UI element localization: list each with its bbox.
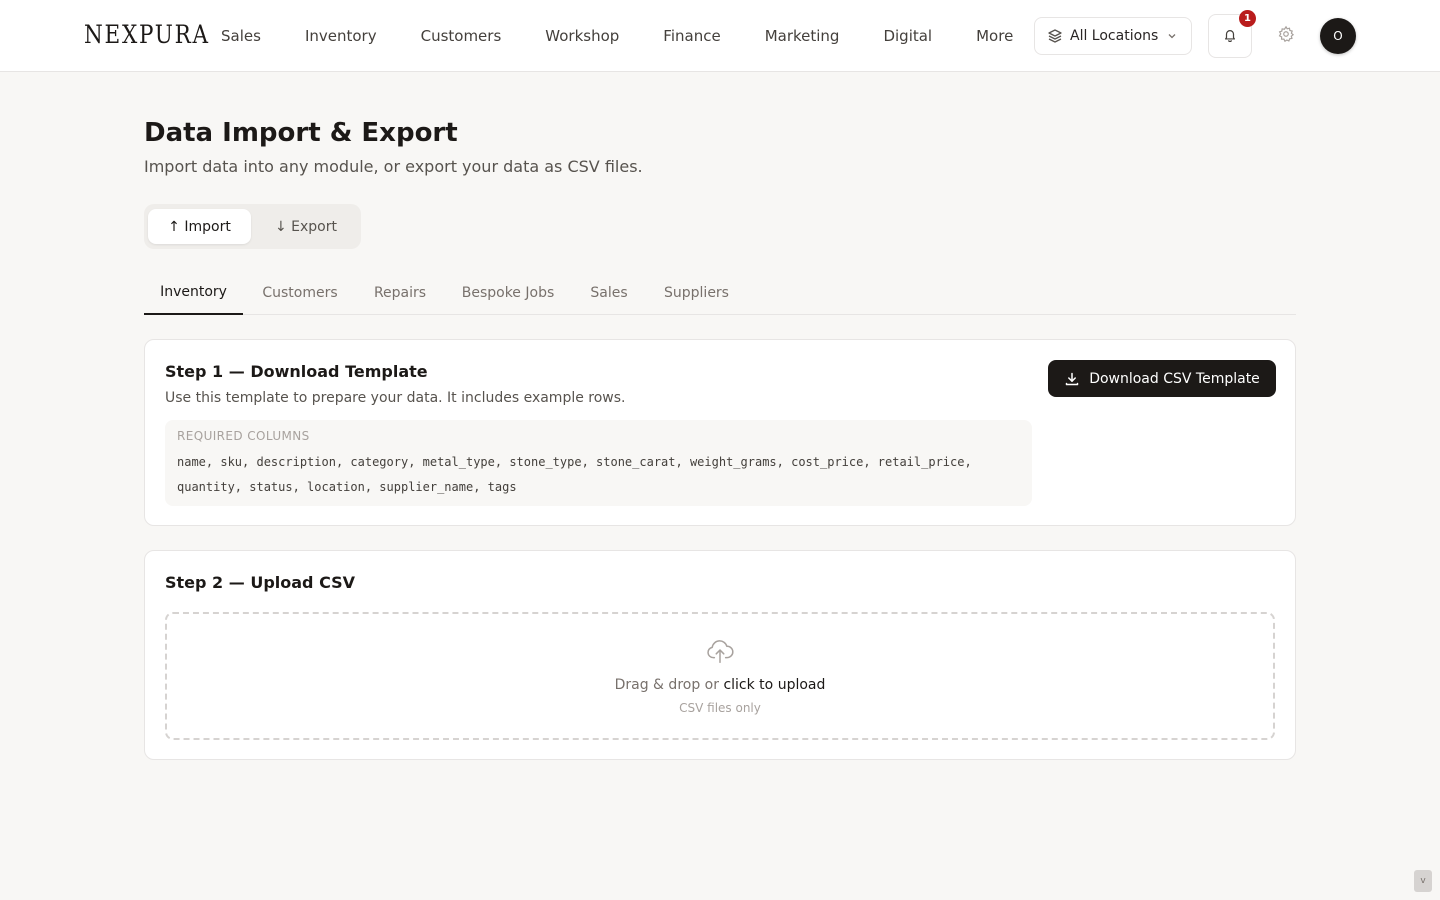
bell-icon <box>1223 27 1237 46</box>
tab-inventory[interactable]: Inventory <box>144 270 243 315</box>
nav-item-inventory[interactable]: Inventory <box>305 27 377 45</box>
module-tabs: Inventory Customers Repairs Bespoke Jobs… <box>144 270 1296 315</box>
step2-card: Step 2 — Upload CSV Drag & drop or click… <box>144 550 1296 760</box>
top-navbar: NEXPURA Sales Inventory Customers Worksh… <box>0 0 1440 72</box>
step1-title: Step 1 — Download Template <box>165 362 428 381</box>
nav-item-workshop[interactable]: Workshop <box>545 27 619 45</box>
download-icon <box>1064 371 1080 387</box>
main-nav: Sales Inventory Customers Workshop Finan… <box>221 0 1013 72</box>
required-columns-line: quantity, status, location, supplier_nam… <box>177 480 517 494</box>
step2-title: Step 2 — Upload CSV <box>165 573 356 592</box>
tab-repairs[interactable]: Repairs <box>361 270 439 315</box>
download-template-button[interactable]: Download CSV Template <box>1048 360 1276 397</box>
step1-card: Step 1 — Download Template Use this temp… <box>144 339 1296 526</box>
required-columns-line: name, sku, description, category, metal_… <box>177 455 972 469</box>
gear-icon <box>1277 25 1295 47</box>
download-template-label: Download CSV Template <box>1089 370 1260 387</box>
required-columns-list: name, sku, description, category, metal_… <box>177 450 1020 500</box>
step1-description: Use this template to prepare your data. … <box>165 390 626 406</box>
required-columns-label: REQUIRED COLUMNS <box>177 429 310 443</box>
tab-suppliers[interactable]: Suppliers <box>652 270 741 315</box>
chevron-down-icon <box>1167 31 1177 41</box>
tab-customers[interactable]: Customers <box>251 270 349 315</box>
tab-bespoke-jobs[interactable]: Bespoke Jobs <box>450 270 566 315</box>
layers-icon <box>1047 28 1063 44</box>
nav-item-more[interactable]: More <box>976 27 1013 45</box>
brand-logo[interactable]: NEXPURA <box>84 18 210 52</box>
nav-item-digital[interactable]: Digital <box>883 27 932 45</box>
export-mode-button[interactable]: ↓ Export <box>256 209 356 244</box>
import-mode-button[interactable]: ↑ Import <box>148 209 251 244</box>
page-title: Data Import & Export <box>144 118 458 148</box>
notification-count-badge: 1 <box>1239 10 1256 27</box>
dropzone-text: Drag & drop or <box>614 677 719 693</box>
dropzone-instructions: Drag & drop or click to upload <box>167 677 1273 693</box>
cloud-upload-icon <box>705 636 735 666</box>
nav-item-marketing[interactable]: Marketing <box>765 27 840 45</box>
dropzone-hint: CSV files only <box>679 701 761 715</box>
import-export-toggle: ↑ Import ↓ Export <box>144 204 361 249</box>
nav-item-finance[interactable]: Finance <box>663 27 720 45</box>
csv-dropzone[interactable]: Drag & drop or click to upload CSV files… <box>165 612 1275 740</box>
nav-item-sales[interactable]: Sales <box>221 27 261 45</box>
location-selector-label: All Locations <box>1070 28 1159 44</box>
nav-item-customers[interactable]: Customers <box>421 27 502 45</box>
page-subtitle: Import data into any module, or export y… <box>144 157 643 176</box>
click-to-upload-link[interactable]: click to upload <box>723 677 825 693</box>
required-columns-box: REQUIRED COLUMNS name, sku, description,… <box>165 420 1032 506</box>
tab-sales[interactable]: Sales <box>578 270 640 315</box>
corner-toggle-button[interactable]: v <box>1414 870 1432 892</box>
user-avatar[interactable]: O <box>1320 18 1356 54</box>
location-selector[interactable]: All Locations <box>1034 17 1192 55</box>
settings-button[interactable] <box>1275 25 1297 47</box>
